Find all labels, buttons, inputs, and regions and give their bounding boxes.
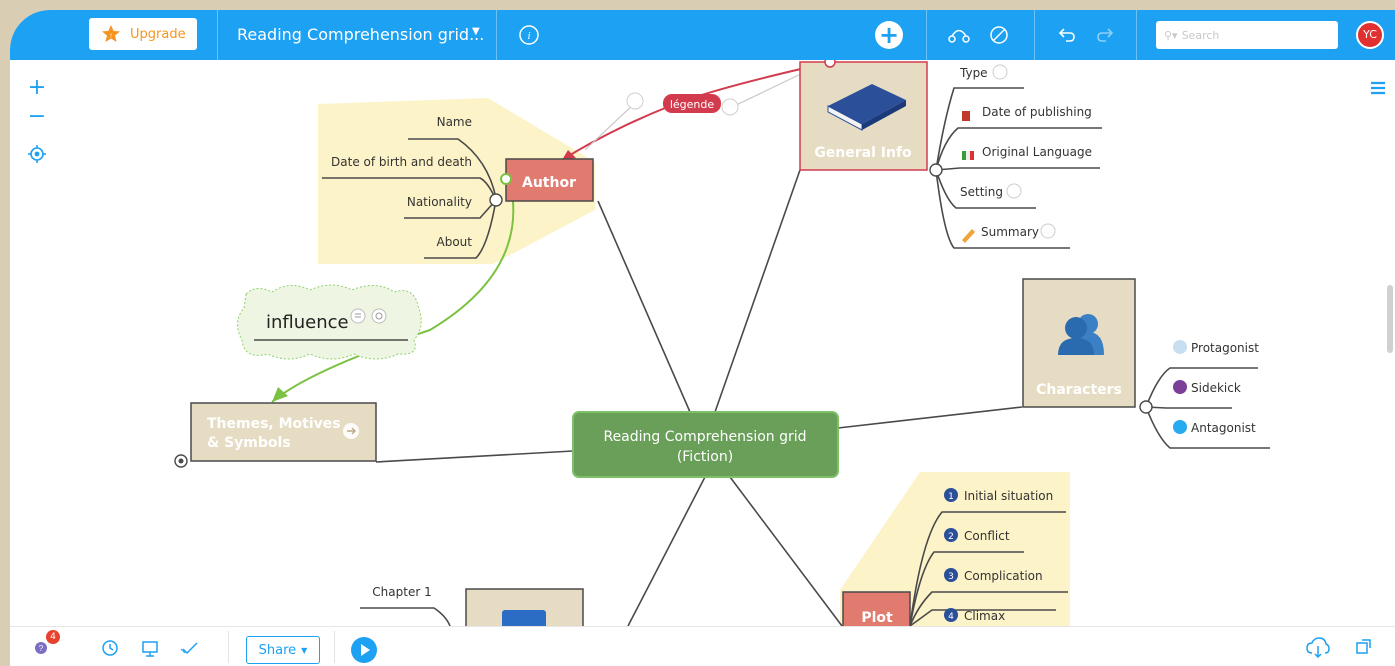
plot-label: Plot xyxy=(861,610,893,626)
share-label: Share xyxy=(258,642,297,658)
export-icon[interactable] xyxy=(1354,637,1374,661)
mindmap-canvas[interactable]: légende influence Reading Comprehension … xyxy=(10,10,1395,666)
themes-label-line2: & Symbols xyxy=(207,435,291,451)
svg-text:4: 4 xyxy=(948,612,954,622)
undo-icon[interactable] xyxy=(1053,22,1079,48)
author-child-name[interactable]: Name xyxy=(437,115,472,129)
char-child-sidekick[interactable]: Sidekick xyxy=(1191,381,1241,395)
antagonist-dot xyxy=(1173,420,1187,434)
themes-label-line1: Themes, Motives xyxy=(207,416,341,432)
info-child-type[interactable]: Type xyxy=(959,66,988,80)
relationship-icon[interactable] xyxy=(946,22,972,48)
author-collapse-toggle[interactable] xyxy=(489,193,503,207)
bottom-toolbar: ? 4 Share ▼ xyxy=(10,626,1395,666)
characters-collapse-toggle[interactable] xyxy=(1139,400,1153,414)
chevron-down-icon: ▼ xyxy=(301,645,308,655)
task-check-icon[interactable] xyxy=(180,638,200,662)
central-topic-line2: (Fiction) xyxy=(677,449,733,465)
info-child-language[interactable]: Original Language xyxy=(982,145,1092,159)
svg-text:3: 3 xyxy=(948,572,954,582)
add-topic-button[interactable]: + xyxy=(875,21,903,49)
plot-child-complication: Complication xyxy=(964,569,1043,583)
upgrade-button[interactable]: ↑ Upgrade xyxy=(89,18,197,50)
zoom-out-icon[interactable]: − xyxy=(24,104,50,130)
note-icon xyxy=(992,64,1008,80)
svg-text:1: 1 xyxy=(948,492,954,502)
play-slideshow-button[interactable] xyxy=(351,637,377,663)
relation-line xyxy=(561,67,806,161)
notification-badge: 4 xyxy=(46,630,60,644)
relation-handle[interactable] xyxy=(626,92,644,110)
comment-icon xyxy=(371,308,387,324)
play-icon xyxy=(361,644,370,656)
protagonist-dot xyxy=(1173,340,1187,354)
plot-child-4[interactable]: 4 Climax xyxy=(944,608,1005,623)
plot-child-initial-situation: Initial situation xyxy=(964,489,1053,503)
chapter-1-label[interactable]: Chapter 1 xyxy=(372,585,431,599)
svg-text:?: ? xyxy=(39,644,44,653)
info-icon[interactable]: i xyxy=(516,22,542,48)
relation-handle[interactable] xyxy=(721,98,739,116)
italy-flag-icon xyxy=(962,151,966,160)
sidekick-dot xyxy=(1173,380,1187,394)
plot-child-conflict: Conflict xyxy=(964,529,1010,543)
cloud-download-icon[interactable] xyxy=(1306,637,1330,663)
info-child-setting[interactable]: Setting xyxy=(960,185,1003,199)
char-child-protagonist[interactable]: Protagonist xyxy=(1191,341,1259,355)
note-icon xyxy=(1040,223,1056,239)
characters-label: Characters xyxy=(1036,382,1122,398)
author-child-nationality[interactable]: Nationality xyxy=(407,195,472,209)
svg-text:↑: ↑ xyxy=(109,33,113,40)
author-topic-label: Author xyxy=(522,175,576,191)
redo-icon[interactable] xyxy=(1093,22,1119,48)
author-child-dates[interactable]: Date of birth and death xyxy=(331,155,472,169)
app-window: légende influence Reading Comprehension … xyxy=(10,10,1395,666)
author-child-about[interactable]: About xyxy=(437,235,473,249)
presentation-icon[interactable] xyxy=(140,638,160,662)
pencil-icon xyxy=(962,229,975,243)
top-toolbar: ↑ Upgrade Reading Comprehension grid... … xyxy=(10,10,1395,60)
svg-text:2: 2 xyxy=(948,532,954,542)
info-child-summary[interactable]: Summary xyxy=(981,225,1039,239)
note-icon xyxy=(1006,183,1022,199)
upgrade-label: Upgrade xyxy=(130,26,186,42)
red-book-icon xyxy=(962,111,970,121)
svg-text:i: i xyxy=(527,30,530,42)
document-title[interactable]: Reading Comprehension grid... xyxy=(237,25,484,44)
influence-topic-label: influence xyxy=(266,312,349,333)
vertical-scrollbar[interactable] xyxy=(1387,285,1393,353)
plot-child-2[interactable]: 2 Conflict xyxy=(944,528,1010,543)
relation-label: légende xyxy=(670,98,715,111)
general-info-label: General Info xyxy=(814,145,912,161)
char-child-antagonist[interactable]: Antagonist xyxy=(1191,421,1256,435)
star-icon: ↑ xyxy=(102,25,120,42)
history-icon[interactable] xyxy=(100,638,120,662)
search-icon: ⚲▾ xyxy=(1164,28,1178,42)
general-info-collapse-toggle[interactable] xyxy=(929,163,943,177)
user-avatar[interactable]: YC xyxy=(1356,21,1384,49)
note-icon xyxy=(350,308,366,324)
title-dropdown-icon[interactable]: ▼ xyxy=(472,26,480,37)
info-child-date[interactable]: Date of publishing xyxy=(982,105,1092,119)
share-button[interactable]: Share ▼ xyxy=(246,636,320,664)
center-map-icon[interactable] xyxy=(24,144,50,170)
format-panel-button[interactable] xyxy=(1363,73,1393,103)
plot-child-climax: Climax xyxy=(964,609,1005,623)
hamburger-icon xyxy=(1371,81,1385,95)
central-topic-line1: Reading Comprehension grid xyxy=(603,429,806,445)
no-style-icon[interactable] xyxy=(986,22,1012,48)
search-placeholder: Search xyxy=(1181,28,1220,42)
zoom-in-icon[interactable]: + xyxy=(24,75,50,101)
search-input[interactable]: ⚲▾ Search xyxy=(1156,21,1338,49)
